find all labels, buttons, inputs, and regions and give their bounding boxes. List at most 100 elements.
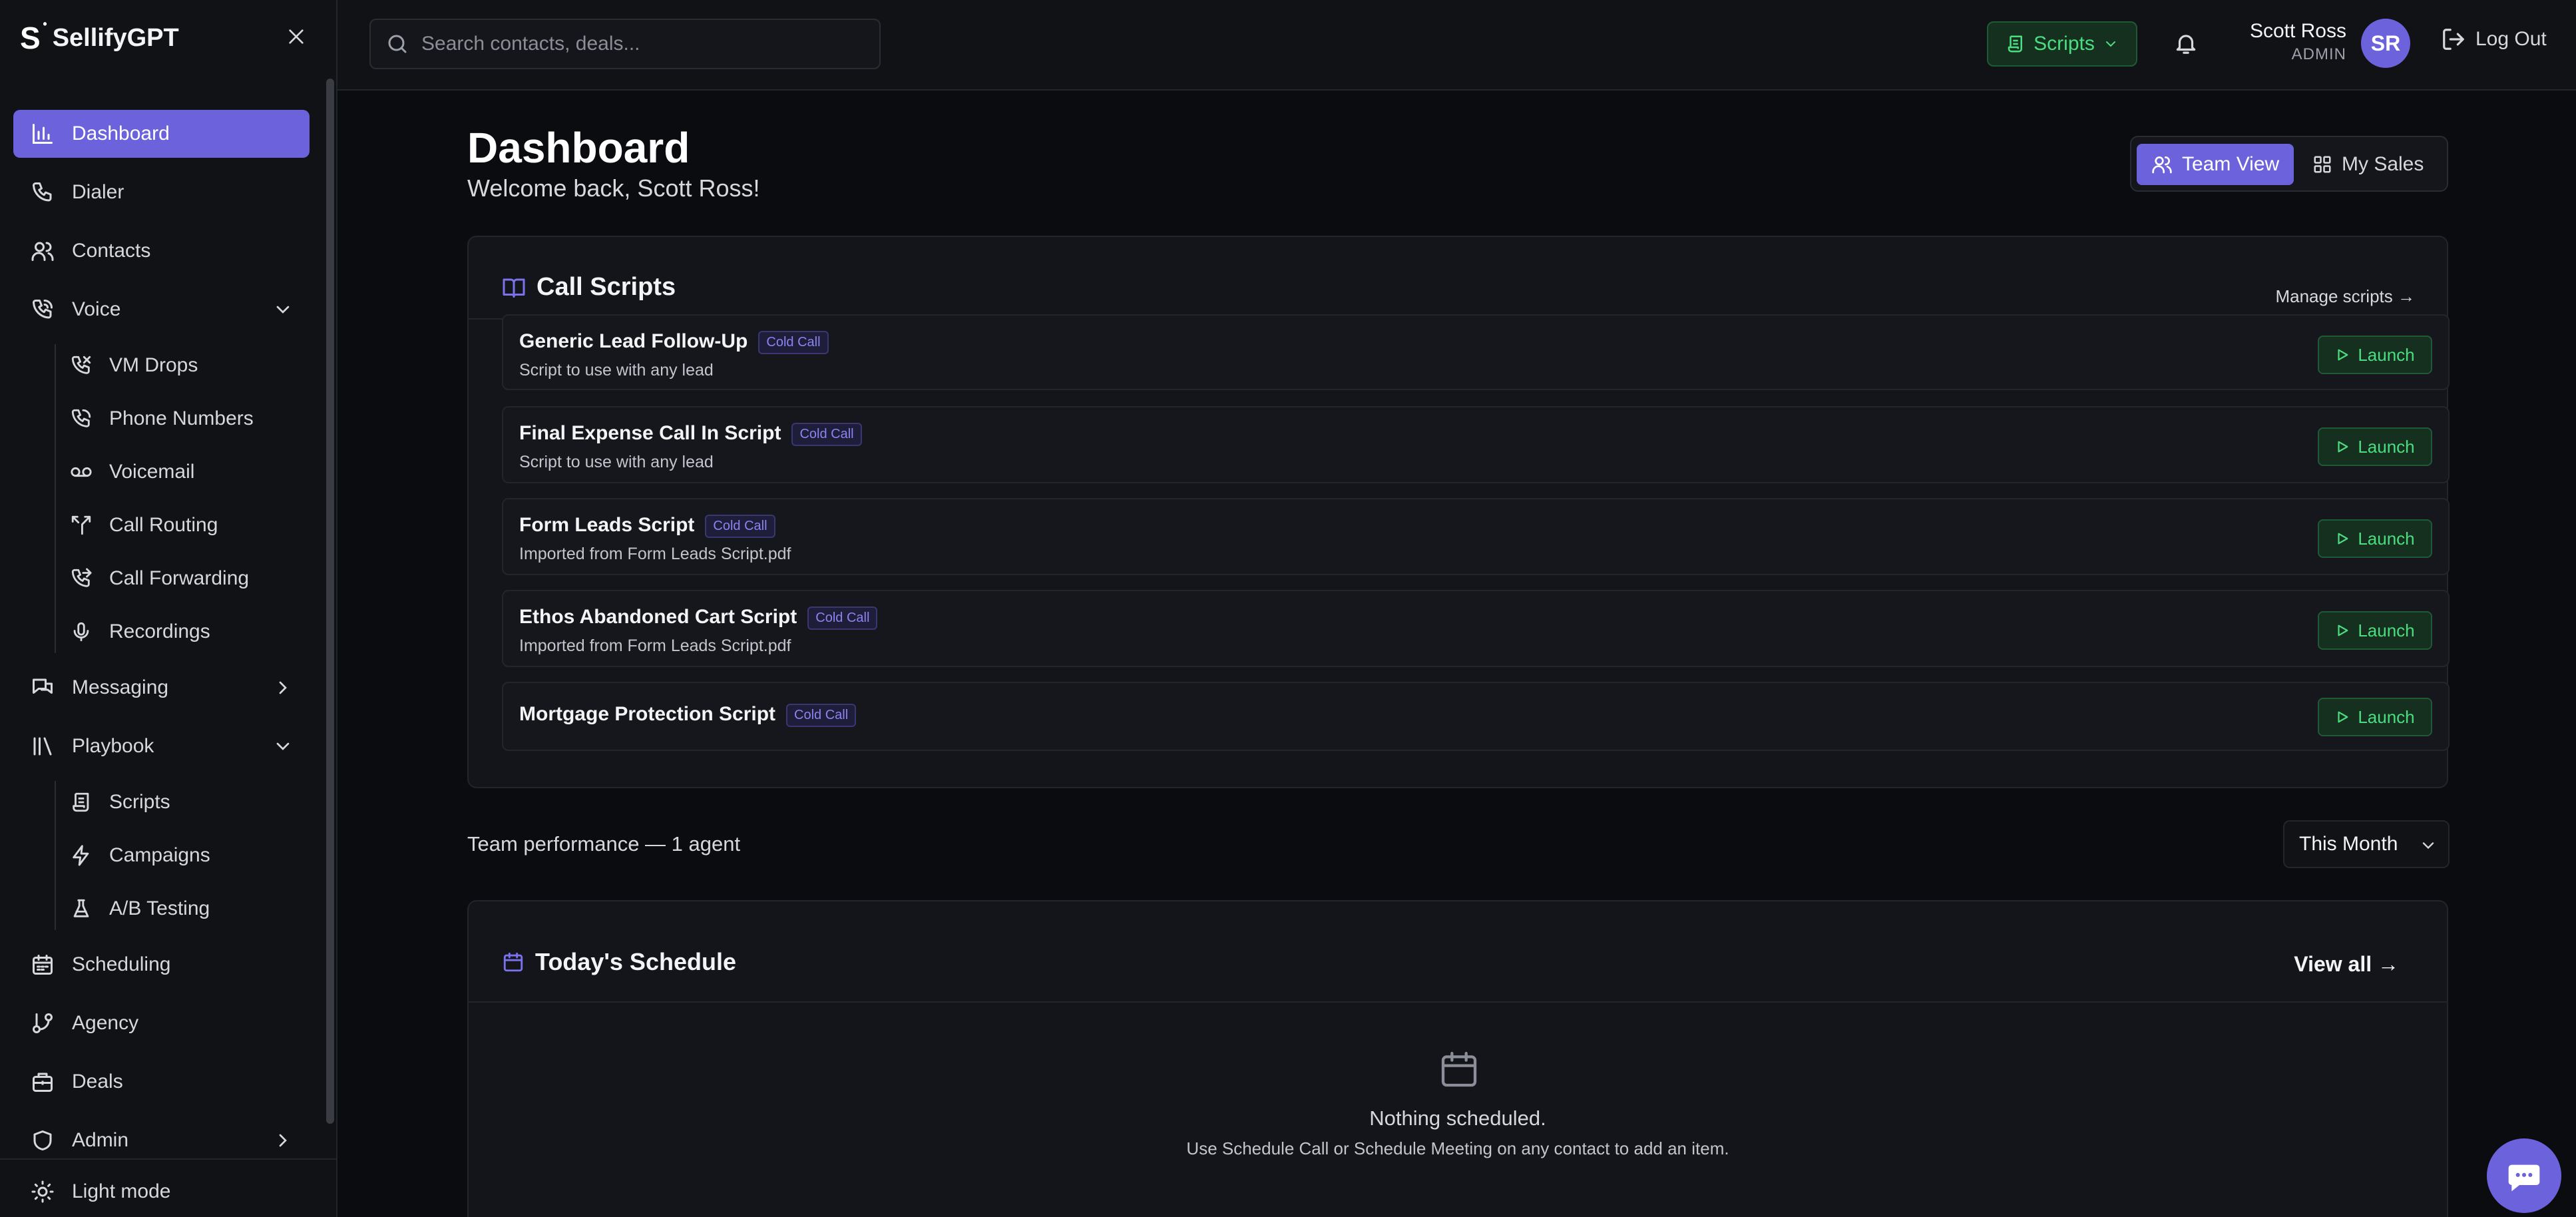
sidebar-item-label: Recordings (109, 620, 210, 642)
script-name: Form Leads Script (519, 514, 695, 536)
launch-label: Launch (2358, 344, 2415, 365)
sidebar-item-label: Admin (72, 1129, 129, 1151)
phone-missed-icon (68, 352, 95, 379)
users-icon (29, 238, 56, 264)
scroll-icon (2008, 35, 2023, 53)
bar-chart-icon (29, 121, 56, 147)
script-name-wrap: Form Leads Script Cold Call (519, 514, 775, 538)
script-name-wrap: Final Expense Call In Script Cold Call (519, 422, 862, 446)
split-icon (68, 512, 95, 539)
sidebar-item-scheduling[interactable]: Scheduling (13, 941, 310, 989)
launch-button[interactable]: Launch (2318, 519, 2432, 558)
book-open-icon (503, 278, 525, 298)
chevron-down-icon (276, 742, 290, 750)
light-mode-label: Light mode (72, 1180, 171, 1202)
zap-icon (68, 842, 95, 869)
light-mode-toggle[interactable]: Light mode (29, 1178, 170, 1205)
script-row[interactable]: Final Expense Call In Script Cold Call Sc… (502, 406, 2450, 483)
sidebar-item-label: Scheduling (72, 953, 171, 975)
sidebar-item-playbook[interactable]: Playbook (13, 722, 310, 770)
brand-name: SellifyGPT (52, 23, 179, 52)
play-icon (2338, 711, 2348, 723)
script-type-badge: Cold Call (807, 606, 878, 630)
user-info[interactable]: Scott Ross ADMIN (2227, 20, 2346, 64)
sidebar-item-deals[interactable]: Deals (13, 1058, 310, 1106)
sidebar-scrollbar[interactable] (326, 79, 334, 1124)
phone-call-icon (29, 296, 56, 323)
sidebar-item-dialer[interactable]: Dialer (13, 168, 310, 216)
sidebar-item-campaigns[interactable]: Campaigns (68, 834, 310, 877)
sidebar-item-ab-testing[interactable]: A/B Testing (68, 887, 310, 930)
empty-title: Nothing scheduled. (1369, 1106, 1546, 1130)
notifications-button[interactable] (2169, 27, 2203, 60)
playbook-submenu: Scripts Campaigns A/B Testing (55, 781, 310, 930)
script-row[interactable]: Generic Lead Follow-Up Cold Call Script t… (502, 314, 2450, 390)
close-sidebar-button[interactable] (280, 20, 313, 53)
empty-subtitle: Use Schedule Call or Schedule Meeting on… (1186, 1138, 1729, 1158)
script-row[interactable]: Mortgage Protection Script Cold Call Laun… (502, 682, 2450, 751)
play-icon (2338, 624, 2348, 636)
script-name: Generic Lead Follow-Up (519, 330, 748, 352)
search-input[interactable] (421, 33, 879, 55)
sidebar-item-messaging[interactable]: Messaging (13, 664, 310, 712)
sidebar-item-scripts[interactable]: Scripts (68, 781, 310, 824)
schedule-title: Today's Schedule (535, 948, 736, 975)
sidebar-item-label: A/B Testing (109, 897, 210, 919)
script-name: Mortgage Protection Script (519, 703, 776, 725)
my-sales-label: My Sales (2342, 153, 2424, 175)
chat-button[interactable] (2487, 1138, 2561, 1213)
sidebar-item-label: VM Drops (109, 354, 198, 376)
sidebar-item-label: Campaigns (109, 844, 210, 866)
logout-button[interactable]: Log Out (2441, 27, 2547, 52)
avatar[interactable]: SR (2361, 19, 2410, 68)
calendar-icon (503, 952, 523, 972)
sidebar-item-vm-drops[interactable]: VM Drops (68, 344, 310, 387)
script-name-wrap: Ethos Abandoned Cart Script Cold Call (519, 606, 878, 630)
grid-icon (2314, 156, 2331, 173)
sidebar-item-label: Messaging (72, 676, 169, 698)
play-icon (2338, 533, 2348, 545)
log-out-icon (2443, 29, 2464, 50)
sidebar-item-phone-numbers[interactable]: Phone Numbers (68, 397, 310, 440)
scripts-dropdown-button[interactable]: Scripts (1987, 21, 2137, 67)
sidebar-item-dashboard[interactable]: Dashboard (13, 110, 310, 158)
launch-button[interactable]: Launch (2318, 611, 2432, 650)
sidebar-item-label: Dialer (72, 181, 124, 203)
brand[interactable]: S • SellifyGPT (20, 17, 179, 56)
sidebar-item-label: Voice (72, 298, 121, 320)
script-type-badge: Cold Call (705, 514, 775, 538)
my-sales-button[interactable]: My Sales (2298, 144, 2438, 185)
script-name-wrap: Generic Lead Follow-Up Cold Call (519, 330, 829, 354)
sidebar-item-call-routing[interactable]: Call Routing (68, 504, 310, 547)
close-icon (289, 29, 304, 44)
manage-scripts-link[interactable]: Manage scripts → (2275, 286, 2415, 307)
sidebar-item-agency[interactable]: Agency (13, 999, 310, 1047)
sidebar-item-voicemail[interactable]: Voicemail (68, 451, 310, 493)
sidebar-item-call-forwarding[interactable]: Call Forwarding (68, 557, 310, 600)
schedule-empty-state: Nothing scheduled. Use Schedule Call or … (469, 1001, 2447, 1217)
script-description: Script to use with any lead (519, 453, 714, 471)
voicemail-icon (68, 459, 95, 485)
script-type-badge: Cold Call (758, 330, 829, 354)
launch-button[interactable]: Launch (2318, 336, 2432, 374)
sidebar-item-recordings[interactable]: Recordings (68, 610, 310, 653)
sidebar: S • SellifyGPT Dashboard Dialer Contacts … (0, 0, 337, 1217)
sidebar-item-contacts[interactable]: Contacts (13, 227, 310, 275)
sidebar-item-label: Call Routing (109, 514, 218, 536)
view-all-link[interactable]: View all → (2294, 952, 2399, 977)
period-select[interactable]: This Month (2283, 820, 2450, 868)
search-box[interactable] (369, 19, 881, 69)
launch-button[interactable]: Launch (2318, 698, 2432, 736)
script-description: Imported from Form Leads Script.pdf (519, 636, 791, 655)
calendar-icon (29, 951, 56, 978)
launch-button[interactable]: Launch (2318, 427, 2432, 466)
bell-icon (2176, 35, 2196, 54)
phone-icon (29, 179, 56, 206)
script-row[interactable]: Form Leads Script Cold Call Imported from… (502, 498, 2450, 575)
sidebar-item-voice[interactable]: Voice (13, 286, 310, 334)
sidebar-item-admin[interactable]: Admin (13, 1116, 310, 1164)
team-performance-text: Team performance — 1 agent (467, 832, 741, 855)
script-row[interactable]: Ethos Abandoned Cart Script Cold Call Imp… (502, 590, 2450, 667)
team-view-button[interactable]: Team View (2137, 144, 2294, 185)
script-description: Script to use with any lead (519, 361, 714, 379)
